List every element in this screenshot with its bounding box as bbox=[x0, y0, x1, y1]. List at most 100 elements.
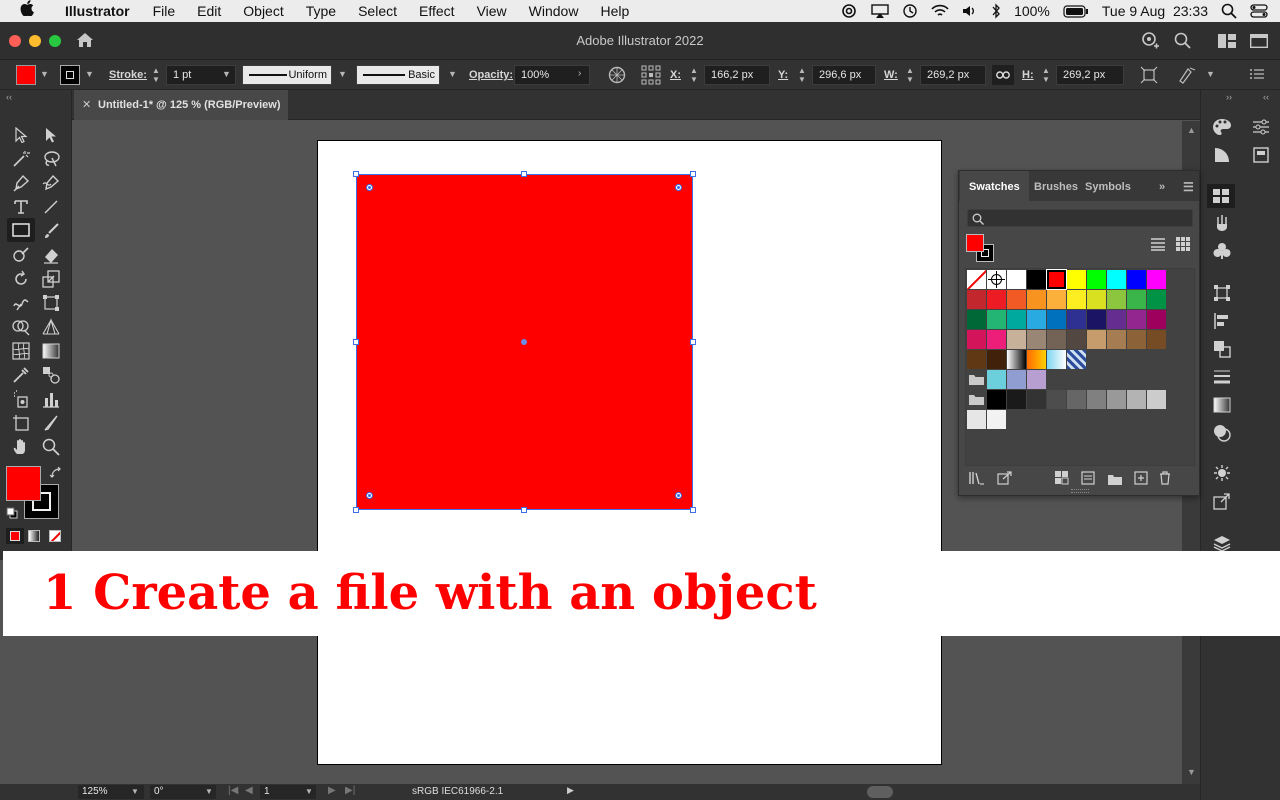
bounding-box-handle[interactable] bbox=[353, 339, 359, 345]
swatch[interactable] bbox=[1087, 310, 1106, 329]
stroke-dropdown-chevron-icon[interactable]: ▼ bbox=[85, 69, 94, 79]
swatch-none[interactable] bbox=[967, 270, 986, 289]
rotate-tool-icon[interactable] bbox=[9, 268, 33, 290]
swatch[interactable] bbox=[1127, 330, 1146, 349]
swatch[interactable] bbox=[1067, 270, 1086, 289]
swatch-gradient[interactable] bbox=[1047, 350, 1066, 369]
bounding-box-handle[interactable] bbox=[521, 171, 527, 177]
brush-definition-select[interactable]: Basic bbox=[356, 65, 440, 85]
volume-icon[interactable] bbox=[962, 4, 978, 18]
battery-icon[interactable] bbox=[1063, 4, 1089, 18]
x-label[interactable]: X: bbox=[670, 65, 681, 85]
selection-tool-icon[interactable] bbox=[9, 124, 33, 146]
symbol-sprayer-tool-icon[interactable] bbox=[9, 388, 33, 410]
grid-view-icon[interactable] bbox=[1176, 237, 1190, 256]
swatch[interactable] bbox=[967, 410, 986, 429]
swatch[interactable] bbox=[987, 330, 1006, 349]
libraries-panel-icon[interactable] bbox=[1249, 144, 1273, 166]
swatch[interactable] bbox=[987, 350, 1006, 369]
swatch[interactable] bbox=[1007, 290, 1026, 309]
menu-object[interactable]: Object bbox=[232, 0, 294, 22]
close-document-icon[interactable]: ✕ bbox=[82, 90, 91, 120]
swatch[interactable] bbox=[1087, 390, 1106, 409]
bounding-box-handle[interactable] bbox=[690, 507, 696, 513]
first-artboard-icon[interactable]: |◀ bbox=[228, 785, 238, 796]
swatch-registration[interactable] bbox=[987, 270, 1006, 289]
zoom-chevron-icon[interactable]: ▼ bbox=[131, 787, 139, 796]
artboard-chevron-icon[interactable]: ▼ bbox=[305, 787, 313, 796]
collapse-dock-icon[interactable]: ›› bbox=[1226, 92, 1232, 102]
bounding-box-handle[interactable] bbox=[353, 171, 359, 177]
menu-app-name[interactable]: Illustrator bbox=[54, 0, 142, 22]
swatch[interactable] bbox=[1046, 269, 1067, 290]
menu-window[interactable]: Window bbox=[518, 0, 590, 22]
pen-tool-icon[interactable] bbox=[9, 172, 33, 194]
w-stepper-icon[interactable]: ▲ ▼ bbox=[906, 66, 914, 84]
eraser-tool-icon[interactable] bbox=[39, 244, 63, 266]
apple-icon[interactable] bbox=[20, 0, 34, 23]
pathfinder-panel-icon[interactable] bbox=[1210, 338, 1234, 360]
recolor-chevron-icon[interactable]: ▼ bbox=[1206, 69, 1215, 79]
variable-width-profile-select[interactable]: Uniform bbox=[242, 65, 332, 85]
rotation-chevron-icon[interactable]: ▼ bbox=[205, 787, 213, 796]
swatch[interactable] bbox=[1107, 390, 1126, 409]
swatch[interactable] bbox=[1147, 290, 1166, 309]
swatches-panel-icon[interactable] bbox=[1207, 184, 1235, 208]
swatch[interactable] bbox=[987, 370, 1006, 389]
appearance-panel-icon[interactable] bbox=[1210, 462, 1234, 484]
swatch[interactable] bbox=[1047, 330, 1066, 349]
swatch[interactable] bbox=[1127, 310, 1146, 329]
swatch[interactable] bbox=[1127, 270, 1146, 289]
new-swatch-icon[interactable] bbox=[1134, 471, 1148, 490]
swatch[interactable] bbox=[1067, 390, 1086, 409]
swatch[interactable] bbox=[1047, 390, 1066, 409]
swatch[interactable] bbox=[987, 390, 1006, 409]
stroke-color-swatch[interactable] bbox=[60, 65, 80, 85]
zoom-tool-icon[interactable] bbox=[39, 436, 63, 458]
tab-brushes[interactable]: Brushes bbox=[1034, 171, 1078, 203]
discover-icon[interactable] bbox=[1140, 31, 1160, 56]
new-folder-icon[interactable] bbox=[1107, 472, 1123, 490]
workspace-icon[interactable] bbox=[1249, 33, 1269, 53]
blend-tool-icon[interactable] bbox=[39, 364, 63, 386]
mesh-tool-icon[interactable] bbox=[9, 340, 33, 362]
type-tool-icon[interactable] bbox=[9, 196, 33, 218]
panel-collapse-icon[interactable]: » bbox=[1159, 171, 1165, 203]
gradient-tool-icon[interactable] bbox=[39, 340, 63, 362]
swatch-libraries-icon[interactable] bbox=[969, 471, 985, 490]
delete-swatch-icon[interactable] bbox=[1159, 471, 1171, 490]
arrange-documents-icon[interactable] bbox=[1218, 34, 1236, 53]
wifi-icon[interactable] bbox=[931, 4, 949, 18]
swatch[interactable] bbox=[1107, 330, 1126, 349]
perspective-grid-tool-icon[interactable] bbox=[39, 316, 63, 338]
control-menu-icon[interactable] bbox=[1250, 68, 1264, 83]
stroke-weight-chevron-icon[interactable]: ▼ bbox=[222, 69, 231, 79]
direct-selection-tool-icon[interactable] bbox=[39, 124, 63, 146]
menu-edit[interactable]: Edit bbox=[186, 0, 232, 22]
live-corner-widget[interactable] bbox=[675, 184, 682, 191]
swatch[interactable] bbox=[1047, 310, 1066, 329]
swatch[interactable] bbox=[1007, 370, 1026, 389]
swatch-options-icon[interactable] bbox=[1055, 471, 1069, 490]
default-fill-stroke-icon[interactable] bbox=[6, 506, 18, 524]
menu-type[interactable]: Type bbox=[295, 0, 347, 22]
horizontal-scroll-thumb[interactable] bbox=[867, 786, 893, 798]
list-view-icon[interactable] bbox=[1151, 237, 1165, 256]
swatch-group-folder-icon[interactable] bbox=[967, 370, 986, 389]
swatch-group-folder-icon[interactable] bbox=[967, 390, 986, 409]
gradient-panel-icon[interactable] bbox=[1210, 394, 1234, 416]
eyedropper-tool-icon[interactable] bbox=[9, 364, 33, 386]
swatch[interactable] bbox=[987, 310, 1006, 329]
collapse-toolbar-icon[interactable]: ‹‹ bbox=[6, 92, 12, 102]
status-menu-icon[interactable]: ▶ bbox=[567, 785, 574, 796]
stroke-label[interactable]: Stroke: bbox=[109, 65, 147, 85]
free-transform-tool-icon[interactable] bbox=[39, 292, 63, 314]
magic-wand-tool-icon[interactable] bbox=[9, 148, 33, 170]
export-panel-icon[interactable] bbox=[1210, 490, 1234, 512]
document-tab[interactable]: ✕ Untitled-1* @ 125 % (RGB/Preview) bbox=[74, 90, 288, 120]
creative-cloud-icon[interactable] bbox=[840, 4, 858, 18]
y-stepper-icon[interactable]: ▲ ▼ bbox=[798, 66, 806, 84]
swatch[interactable] bbox=[1107, 310, 1126, 329]
swatch[interactable] bbox=[1007, 330, 1026, 349]
swatch-pattern[interactable] bbox=[1067, 350, 1086, 369]
